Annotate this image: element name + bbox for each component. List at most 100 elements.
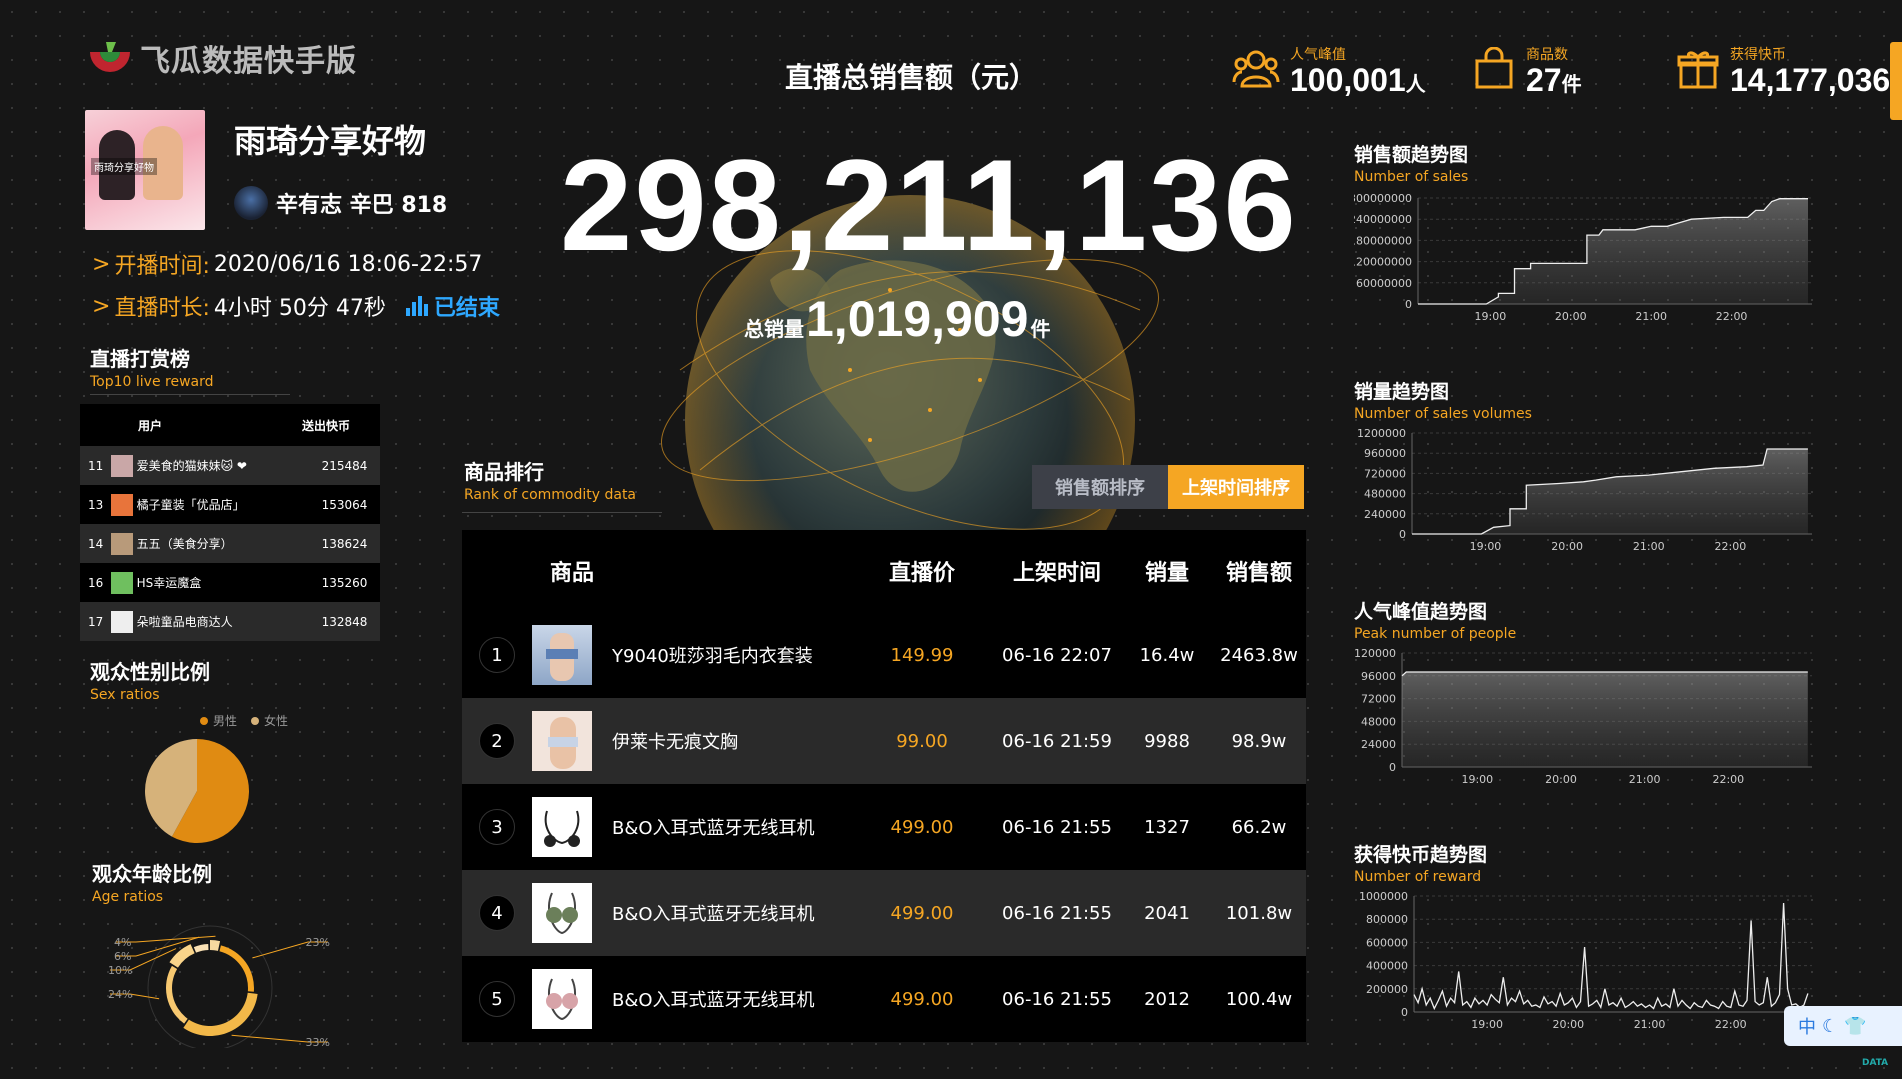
legend-dot-icon [251,717,259,725]
donut-label: 24% [108,988,132,1001]
goods-row[interactable]: 2伊莱卡无痕文胸99.0006-16 21:59998898.9w [462,698,1306,784]
age-donut-chart: 4%23%33%24%10%6% [100,918,350,1048]
anchor-guest: 辛有志 辛巴 818 [234,186,447,220]
x-tick-label: 21:00 [1635,310,1667,323]
y-tick-label: 200000 [1366,983,1408,996]
legend-dot-icon [200,717,208,725]
goods-table-header: 商品 直播价 上架时间 销量 销售额 [462,530,1306,612]
start-time-line: > 开播时间: 2020/06/16 18:06-22:57 [92,248,482,280]
donut-segment[interactable] [219,945,254,991]
donut-segment[interactable] [166,966,188,1024]
donut-segment[interactable] [169,944,194,968]
donut-segment[interactable] [183,993,257,1036]
product-name[interactable]: 伊莱卡无痕文胸 [612,728,852,754]
y-tick-label: 0 [1399,528,1406,541]
y-tick-label: 400000 [1366,960,1408,973]
product-image[interactable] [532,969,592,1029]
rank-cell: 2 [462,723,532,759]
product-qty: 9988 [1122,731,1212,752]
header-price: 直播价 [852,555,992,587]
sort-by-time-button[interactable]: 上架时间排序 [1168,465,1304,509]
donut-segment[interactable] [210,940,220,951]
stat-label: 人气峰值 [1290,44,1426,64]
reward-rank: 11 [80,459,111,473]
x-tick-label: 21:00 [1629,773,1661,786]
chart-subtitle: Number of sales volumes [1354,406,1532,422]
product-name[interactable]: B&O入耳式蓝牙无线耳机 [612,900,852,926]
donut-segment[interactable] [194,944,209,953]
series-area [1412,449,1808,534]
goods-row[interactable]: 4B&O入耳式蓝牙无线耳机499.0006-16 21:552041101.8w [462,870,1306,956]
x-tick-label: 20:00 [1552,1018,1584,1031]
y-tick-label: 120000 [1354,647,1396,660]
side-panel-tab[interactable] [1890,42,1902,120]
product-amount: 98.9w [1212,731,1306,752]
reward-title: 直播打赏榜 [90,343,214,372]
product-image[interactable] [532,883,592,943]
goods-header: 商品排行 Rank of commodity data [464,456,636,503]
y-tick-label: 48000 [1361,715,1396,728]
x-tick-label: 22:00 [1716,310,1748,323]
y-tick-label: 180000000 [1354,234,1412,247]
ime-mode[interactable]: 中 [1798,1013,1816,1039]
reward-user: 五五（美食分享） [137,535,322,552]
donut-label: 10% [108,964,132,977]
legend-male[interactable]: 男性 [200,712,237,729]
sort-by-sales-button[interactable]: 销售额排序 [1032,465,1168,509]
product-name[interactable]: B&O入耳式蓝牙无线耳机 [612,814,852,840]
y-tick-label: 720000 [1364,467,1406,480]
reward-rank: 17 [80,615,111,629]
product-qty: 16.4w [1122,645,1212,666]
start-time-label: 开播时间: [114,248,209,280]
x-tick-label: 20:00 [1551,540,1583,553]
chart-header-volume: 销量趋势图 Number of sales volumes [1354,377,1532,422]
product-time: 06-16 21:55 [992,989,1122,1010]
product-name[interactable]: B&O入耳式蓝牙无线耳机 [612,986,852,1012]
reward-rank: 13 [80,498,111,512]
product-price: 149.99 [852,645,992,666]
y-tick-label: 300000000 [1354,192,1412,205]
product-qty: 2041 [1122,903,1212,924]
x-tick-label: 19:00 [1470,540,1502,553]
total-quantity-label: 总销量 [744,313,804,342]
chart-header-peak: 人气峰值趋势图 Peak number of people [1354,597,1516,642]
x-tick-label: 22:00 [1715,1018,1747,1031]
y-tick-label: 600000 [1366,936,1408,949]
reward-user: 橘子童装「优品店」 [137,496,322,513]
product-time: 06-16 21:59 [992,731,1122,752]
ime-toolbar[interactable]: 中 ☾ 👕 [1784,1006,1902,1046]
reward-coins: 138624 [322,537,380,551]
reward-coins: 215484 [322,459,380,473]
goods-row[interactable]: 1Y9040班莎羽毛内衣套装149.9906-16 22:0716.4w2463… [462,612,1306,698]
total-quantity-unit: 件 [1030,313,1050,342]
chart-subtitle: Peak number of people [1354,626,1516,642]
product-image[interactable] [532,797,592,857]
y-tick-label: 120000000 [1354,256,1412,269]
goods-row[interactable]: 3B&O入耳式蓝牙无线耳机499.0006-16 21:55132766.2w [462,784,1306,870]
peak-trend-chart: 02400048000720009600012000019:0020:0021:… [1354,645,1824,793]
x-tick-label: 20:00 [1545,773,1577,786]
stat-unit: 人 [1406,74,1426,96]
goods-row[interactable]: 5B&O入耳式蓝牙无线耳机499.0006-16 21:552012100.4w [462,956,1306,1042]
y-tick-label: 800000 [1366,913,1408,926]
stat-value: 100,001 [1290,62,1406,98]
logo-text: 飞瓜数据快手版 [140,36,357,80]
x-tick-label: 20:00 [1555,310,1587,323]
reward-user: 朵啦童品电商达人 [137,613,322,630]
reward-coins: 132848 [322,615,380,629]
y-tick-label: 24000 [1361,738,1396,751]
reward-coins: 153064 [322,498,380,512]
product-image[interactable] [532,625,592,685]
product-image[interactable] [532,711,592,771]
rank-cell: 5 [462,981,532,1017]
product-name[interactable]: Y9040班莎羽毛内衣套装 [612,642,852,668]
ime-shirt-icon[interactable]: 👕 [1844,1016,1866,1037]
age-header: 观众年龄比例 Age ratios [92,858,212,905]
stat-coins: 获得快币 14,177,036 [1676,44,1890,98]
y-tick-label: 1000000 [1359,890,1408,903]
rank-badge: 4 [479,895,515,931]
product-amount: 101.8w [1212,903,1306,924]
legend-female[interactable]: 女性 [251,712,288,729]
rank-badge: 1 [479,637,515,673]
ime-moon-icon[interactable]: ☾ [1822,1016,1838,1037]
